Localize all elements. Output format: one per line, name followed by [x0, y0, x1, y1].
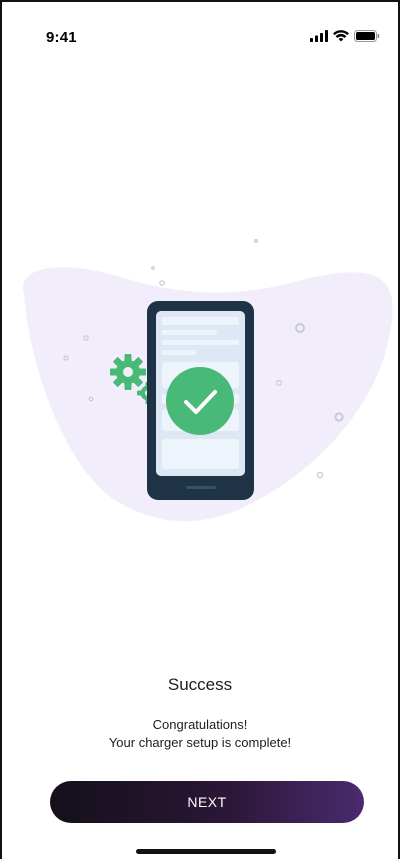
message-line-setup-complete: Your charger setup is complete!	[108, 735, 292, 750]
status-time: 9:41	[46, 29, 77, 46]
success-screen: 9:41 Success Congratulations! Your charg…	[0, 0, 400, 859]
success-message: Congratulations! Your charger setup is c…	[2, 716, 398, 752]
status-icons	[310, 30, 380, 42]
home-indicator[interactable]	[136, 849, 276, 854]
gear-icon	[110, 354, 146, 390]
battery-icon	[354, 30, 380, 42]
signal-icon	[310, 30, 328, 42]
checkmark-icon	[166, 367, 234, 435]
status-bar: 9:41	[2, 2, 398, 72]
message-line-congratulations: Congratulations!	[152, 717, 248, 732]
next-button[interactable]: NEXT	[50, 781, 364, 823]
wifi-icon	[333, 30, 349, 42]
success-title: Success	[167, 675, 233, 694]
success-illustration	[23, 238, 393, 522]
